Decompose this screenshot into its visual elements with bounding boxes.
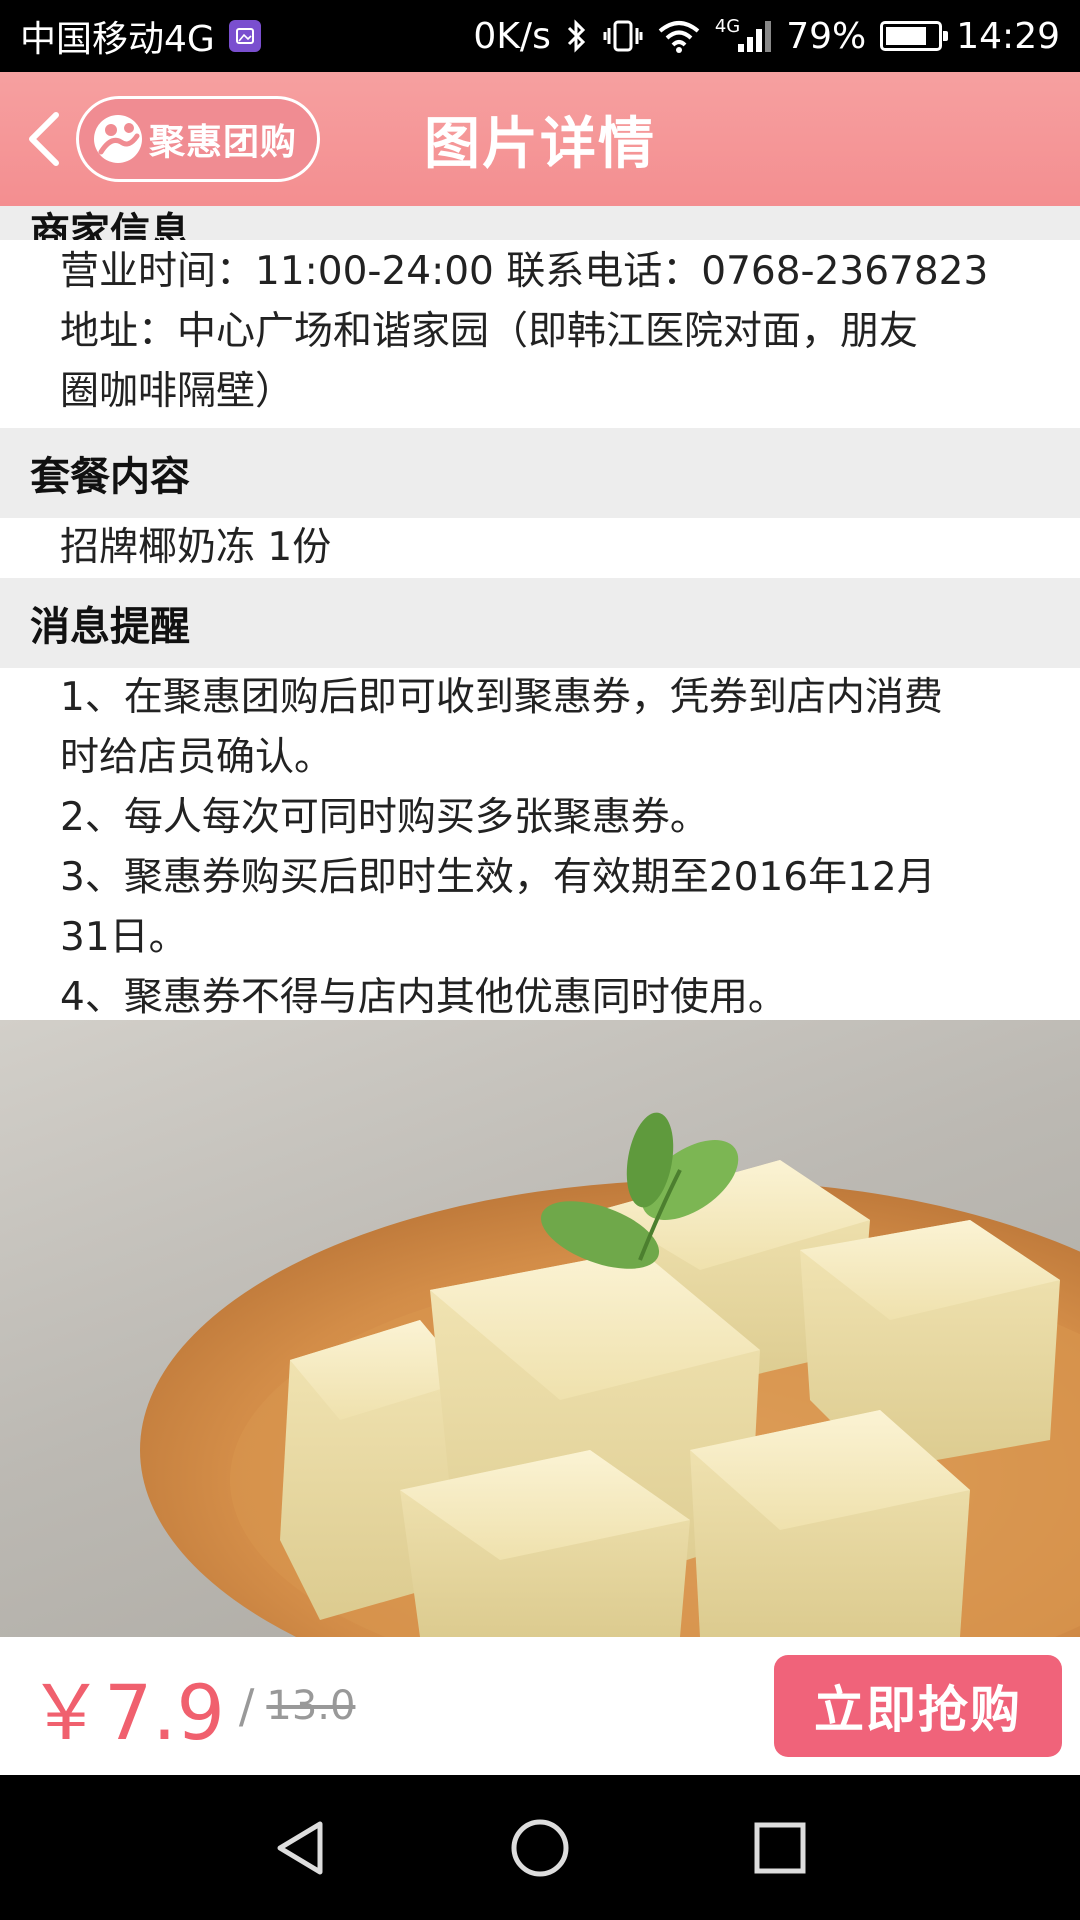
nav-back-button[interactable] <box>260 1808 340 1888</box>
notice-body: 1、在聚惠团购后即可收到聚惠券，凭券到店内消费 时给店员确认。 2、每人每次可同… <box>0 668 1080 1028</box>
brand-logo: 聚惠团购 <box>76 96 320 182</box>
original-price: 13.0 <box>266 1683 356 1729</box>
back-arrow-icon <box>29 112 59 166</box>
notice-line: 时给店员确认。 <box>60 735 334 780</box>
package-body: 招牌椰奶冻 1份 <box>0 518 1080 578</box>
carrier-label: 中国移动4G <box>20 19 215 60</box>
battery-icon <box>880 21 949 51</box>
package-heading: 套餐内容 <box>30 454 190 500</box>
section-header-package: 套餐内容 <box>0 428 1080 518</box>
back-button[interactable] <box>14 102 74 176</box>
notice-line: 4、聚惠券不得与店内其他优惠同时使用。 <box>60 975 787 1020</box>
nav-recents-button[interactable] <box>740 1808 820 1888</box>
clock: 14:29 <box>956 15 1060 57</box>
network-badge: 4G <box>714 15 741 37</box>
detail-content: 商家信息 营业时间：11:00-24:00 联系电话：0768-2367823 … <box>0 206 1080 1028</box>
wifi-icon <box>657 18 701 54</box>
address-line-1: 地址：中心广场和谐家园（即韩江医院对面，朋友 <box>60 309 919 354</box>
shop-info-body: 营业时间：11:00-24:00 联系电话：0768-2367823 地址：中心… <box>0 240 1080 428</box>
current-price: ￥7.9 <box>28 1668 225 1757</box>
business-hours-phone: 营业时间：11:00-24:00 联系电话：0768-2367823 <box>60 249 989 294</box>
notice-line: 2、每人每次可同时购买多张聚惠券。 <box>60 795 709 840</box>
section-header-shop-info: 商家信息 <box>0 206 1080 240</box>
signal-icon: 4G <box>714 15 772 54</box>
nav-back-icon <box>277 1821 323 1874</box>
nav-home-icon <box>511 1819 569 1876</box>
status-right: 0K/s 4G 79% 14:29 <box>473 16 1060 57</box>
nav-home-button[interactable] <box>500 1808 580 1888</box>
product-photo <box>0 1020 1080 1637</box>
notice-line: 3、聚惠券购买后即时生效，有效期至2016年12月 <box>60 855 936 900</box>
section-header-notice: 消息提醒 <box>0 578 1080 668</box>
bluetooth-icon <box>565 18 589 54</box>
screen: 中国移动4G 0K/s 4G 79% 14:29 图片详情 聚惠团购 商家信息 … <box>0 0 1080 1920</box>
package-item: 招牌椰奶冻 1份 <box>60 525 332 570</box>
system-nav-bar <box>0 1775 1080 1920</box>
coconut-jelly-image <box>140 1112 1080 1637</box>
gallery-notification-icon <box>228 20 261 52</box>
status-left: 中国移动4G <box>20 10 261 62</box>
net-speed: 0K/s <box>473 15 551 57</box>
notice-heading: 消息提醒 <box>30 604 190 650</box>
brand-mascot-icon <box>94 115 142 163</box>
buy-now-button[interactable]: 立即抢购 <box>774 1655 1062 1757</box>
app-header: 图片详情 聚惠团购 <box>0 72 1080 206</box>
shop-info-heading: 商家信息 <box>30 210 190 240</box>
vibrate-icon <box>603 18 643 54</box>
address-line-2: 圈咖啡隔壁） <box>60 369 295 414</box>
notice-line: 1、在聚惠团购后即可收到聚惠券，凭券到店内消费 <box>60 675 943 720</box>
battery-fill <box>886 27 927 45</box>
brand-name: 聚惠团购 <box>149 122 298 163</box>
notice-line: 31日。 <box>60 915 188 960</box>
battery-percent: 79% <box>786 15 867 57</box>
purchase-bar: ￥7.9 / 13.0 立即抢购 <box>0 1637 1080 1775</box>
price-separator: / <box>238 1679 255 1733</box>
status-bar: 中国移动4G 0K/s 4G 79% 14:29 <box>0 0 1080 72</box>
nav-recents-icon <box>754 1822 806 1873</box>
